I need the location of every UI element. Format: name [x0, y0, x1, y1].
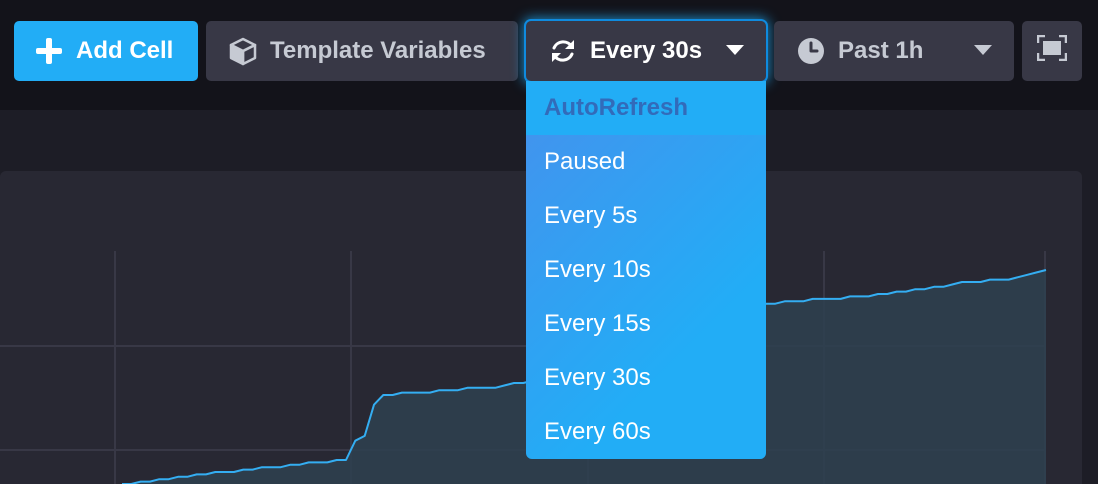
- autorefresh-option-60s[interactable]: Every 60s: [526, 405, 766, 459]
- autorefresh-option-paused[interactable]: Paused: [526, 135, 766, 189]
- autorefresh-menu: AutoRefresh Paused Every 5s Every 10s Ev…: [526, 81, 766, 459]
- autorefresh-option-5s[interactable]: Every 5s: [526, 189, 766, 243]
- autorefresh-option-15s[interactable]: Every 15s: [526, 297, 766, 351]
- autorefresh-option-30s[interactable]: Every 30s: [526, 351, 766, 405]
- autorefresh-option-10s[interactable]: Every 10s: [526, 243, 766, 297]
- autorefresh-menu-header: AutoRefresh: [526, 81, 766, 135]
